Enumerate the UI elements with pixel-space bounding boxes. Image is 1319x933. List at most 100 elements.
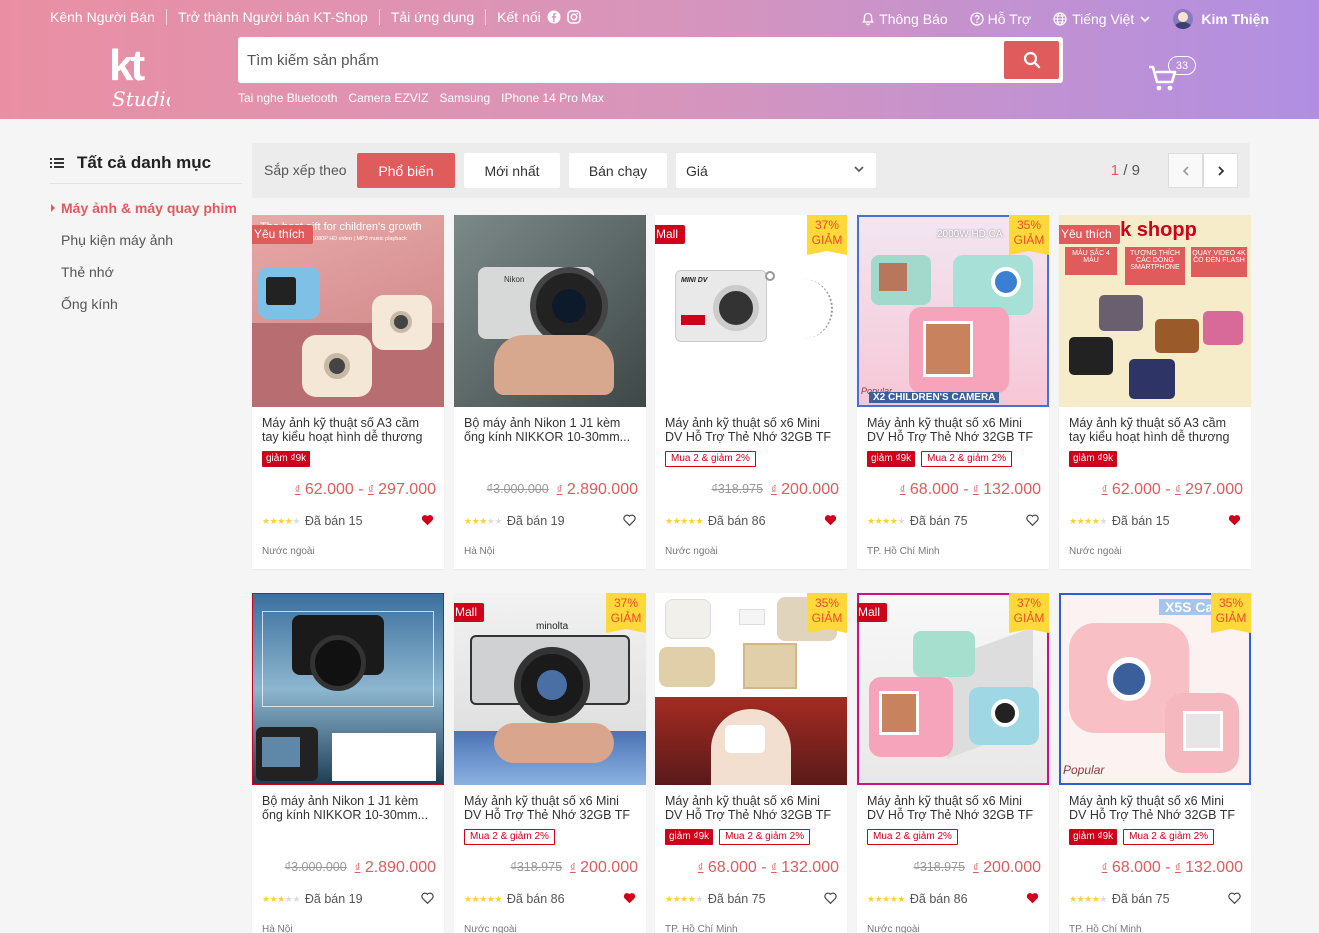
sort-popular-button[interactable]: Phổ biến <box>357 153 455 188</box>
cart-count-badge: 33 <box>1168 56 1196 75</box>
next-page-button[interactable] <box>1203 153 1238 188</box>
heart-icon[interactable] <box>623 514 636 529</box>
seller-location: TP. Hồ Chí Minh <box>867 546 940 557</box>
svg-text:Studio: Studio <box>112 87 170 110</box>
heart-icon[interactable] <box>421 892 434 907</box>
facebook-icon[interactable] <box>547 10 561 24</box>
product-card[interactable]: ck shopp MÀU SẮC 4 MÀU TƯƠNG THÍCH CÁC D… <box>1059 215 1251 569</box>
image-caption: minolta <box>536 621 569 632</box>
discount-badge: 37% GIẢM <box>606 593 646 633</box>
product-name[interactable]: Máy ảnh kỹ thuật số A3 cầm tay kiểu hoạt… <box>262 416 436 444</box>
seller-location: Nước ngoài <box>464 924 517 933</box>
sold-count: Đã bán 15 <box>1111 514 1170 528</box>
image-caption: QUAY VIDEO 4K CÓ ĐÈN FLASH <box>1191 247 1247 277</box>
image-caption: 2000W HD CA <box>937 229 1003 240</box>
product-image[interactable]: minolta Mall 37% GIẢM <box>454 593 646 785</box>
product-image[interactable]: 2000W HD CA Popular X2 CHILDREN'S CAMERA… <box>857 215 1049 407</box>
heart-filled-icon[interactable] <box>1228 514 1241 529</box>
product-image[interactable]: Tha best gift for children's growth 1080… <box>252 215 444 407</box>
price-max: 132.000 <box>983 481 1041 498</box>
heart-icon[interactable] <box>824 892 837 907</box>
suggestion-link[interactable]: Tai nghe Bluetooth <box>238 91 337 105</box>
rating-row: ★★★★★ Đã bán 75 <box>665 892 839 906</box>
image-caption: TƯƠNG THÍCH CÁC DÒNG SMARTPHONE <box>1125 247 1185 285</box>
suggestion-link[interactable]: Samsung <box>439 91 490 105</box>
search-input[interactable] <box>242 40 997 80</box>
header-bar: Kênh Người Bán Trở thành Người bán KT-Sh… <box>0 0 1319 119</box>
product-name[interactable]: Máy ảnh kỹ thuật số x6 Mini DV Hỗ Trợ Th… <box>867 416 1041 444</box>
category-item-accessories[interactable]: Phụ kiện máy ảnh <box>50 224 242 256</box>
suggestion-link[interactable]: IPhone 14 Pro Max <box>501 91 604 105</box>
heart-filled-icon[interactable] <box>623 892 636 907</box>
search-button[interactable] <box>1004 41 1059 79</box>
language-select[interactable]: Tiếng Việt <box>1053 11 1151 27</box>
product-name[interactable]: Máy ảnh kỹ thuật số x6 Mini DV Hỗ Trợ Th… <box>665 416 839 444</box>
product-name[interactable]: Máy ảnh kỹ thuật số x6 Mini DV Hỗ Trợ Th… <box>464 794 638 822</box>
product-name[interactable]: Máy ảnh kỹ thuật số x6 Mini DV Hỗ Trợ Th… <box>665 794 839 822</box>
product-card[interactable]: Bộ máy ảnh Nikon 1 J1 kèm ống kính NIKKO… <box>252 593 444 933</box>
heart-icon[interactable] <box>1228 892 1241 907</box>
product-card[interactable]: X5S Ca Popular 35% GIẢM Máy ảnh kỹ thuật s… <box>1059 593 1251 933</box>
product-image[interactable] <box>252 593 444 785</box>
support-link[interactable]: Hỗ Trợ <box>969 11 1031 27</box>
prev-page-button[interactable] <box>1168 153 1203 188</box>
product-card[interactable]: Mall 37% GIẢM Máy ảnh kỹ thuật số x6 Mini … <box>857 593 1049 933</box>
product-name[interactable]: Bộ máy ảnh Nikon 1 J1 kèm ống kính NIKKO… <box>262 794 436 822</box>
product-image[interactable]: ck shopp MÀU SẮC 4 MÀU TƯƠNG THÍCH CÁC D… <box>1059 215 1251 407</box>
heart-filled-icon[interactable] <box>421 514 434 529</box>
heart-filled-icon[interactable] <box>1026 892 1039 907</box>
product-card[interactable]: minolta Mall 37% GIẢM Máy ảnh kỹ thuật số … <box>454 593 646 933</box>
product-image[interactable]: Nikon <box>454 215 646 407</box>
heart-icon[interactable] <box>1026 514 1039 529</box>
discount-badge: 35% GIẢM <box>807 593 847 633</box>
mall-badge: Mall <box>655 225 686 244</box>
category-item-memory-cards[interactable]: Thẻ nhớ <box>50 256 242 288</box>
price: 62.000 - <box>304 481 369 498</box>
product-image[interactable]: Mall 37% GIẢM <box>857 593 1049 785</box>
seller-channel-link[interactable]: Kênh Người Bán <box>50 9 166 25</box>
product-name[interactable]: Máy ảnh kỹ thuật số x6 Mini DV Hỗ Trợ Th… <box>1069 794 1243 822</box>
kt-studio-logo[interactable]: kt Studio <box>108 40 178 111</box>
sort-newest-button[interactable]: Mới nhất <box>464 153 560 188</box>
price-block: ₫3.000.000 ₫ 2.890.000 <box>487 481 638 499</box>
price: 68.000 - <box>1111 859 1176 876</box>
image-caption: ck shopp <box>1109 219 1197 241</box>
notifications-link[interactable]: Thông Báo <box>861 11 948 27</box>
sort-bestselling-button[interactable]: Bán chạy <box>569 153 667 188</box>
product-image[interactable]: X5S Ca Popular 35% GIẢM <box>1059 593 1251 785</box>
page-total: / 9 <box>1123 162 1140 179</box>
download-app-link[interactable]: Tải ứng dụng <box>378 9 485 25</box>
product-card[interactable]: Nikon Bộ máy ảnh Nikon 1 J1 kèm ống kính… <box>454 215 646 569</box>
sold-count: Đã bán 15 <box>304 514 363 528</box>
product-name[interactable]: Máy ảnh kỹ thuật số A3 cầm tay kiểu hoạt… <box>1069 416 1243 444</box>
product-name[interactable]: Bộ máy ảnh Nikon 1 J1 kèm ống kính NIKKO… <box>464 416 638 444</box>
sold-count: Đã bán 75 <box>909 514 968 528</box>
product-name[interactable]: Máy ảnh kỹ thuật số x6 Mini DV Hỗ Trợ Th… <box>867 794 1041 822</box>
category-item-cameras[interactable]: Máy ảnh & máy quay phim <box>50 192 242 224</box>
instagram-icon[interactable] <box>567 10 581 24</box>
become-seller-link[interactable]: Trở thành Người bán KT-Shop <box>165 9 379 25</box>
discount-badge: 37% GIẢM <box>807 215 847 255</box>
promo-badge: giảm ₫9k <box>1069 829 1118 845</box>
product-card[interactable]: 35% GIẢM Máy ảnh kỹ thuật số x6 Mini DV H… <box>655 593 847 933</box>
user-menu[interactable]: Kim Thiện <box>1173 9 1269 29</box>
discount-badge: 37% GIẢM <box>1009 593 1049 633</box>
cart-button[interactable]: 33 <box>1148 56 1208 96</box>
seller-location: Nước ngoài <box>262 546 315 557</box>
sold-count: Đã bán 75 <box>1111 892 1170 906</box>
product-image[interactable]: 35% GIẢM <box>655 593 847 785</box>
rating-stars: ★★★★★ <box>867 516 905 526</box>
product-card[interactable]: MINI DV Mall 37% GIẢM Máy ảnh kỹ thuật số … <box>655 215 847 569</box>
rating-row: ★★★★★ Đã bán 75 <box>1069 892 1243 906</box>
price: 62.000 - <box>1111 481 1176 498</box>
product-image[interactable]: MINI DV Mall 37% GIẢM <box>655 215 847 407</box>
category-item-lenses[interactable]: Ống kính <box>50 288 242 320</box>
discount-percent: 37% <box>814 218 840 232</box>
price-block: ₫ 68.000 - ₫ 132.000 <box>698 859 839 877</box>
heart-filled-icon[interactable] <box>824 514 837 529</box>
sort-price-select[interactable]: Giá <box>676 153 876 188</box>
product-card[interactable]: Tha best gift for children's growth 1080… <box>252 215 444 569</box>
discount-badge: 35% GIẢM <box>1009 215 1049 255</box>
suggestion-link[interactable]: Camera EZVIZ <box>348 91 428 105</box>
product-card[interactable]: 2000W HD CA Popular X2 CHILDREN'S CAMERA… <box>857 215 1049 569</box>
